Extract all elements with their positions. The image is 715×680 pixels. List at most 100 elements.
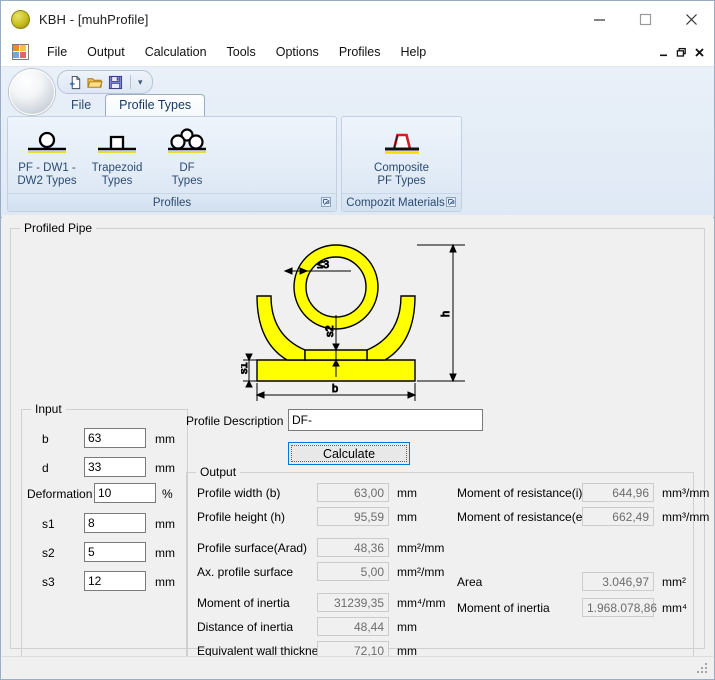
mdi-minimize-icon[interactable]	[654, 41, 672, 63]
input-label-d: d	[42, 461, 49, 475]
output-unit-area: mm²	[662, 575, 686, 589]
tab-file[interactable]: File	[57, 94, 105, 116]
ribbon-group-profiles: PF - DW1 - DW2 Types Trapezoid Types DF …	[7, 116, 337, 212]
title-bar: KBH - [muhProfile]	[1, 1, 714, 38]
output-unit-moment-of-resistance-i: mm³/mm	[662, 486, 710, 500]
input-unit-s2: mm	[155, 546, 175, 560]
input-label-s3: s3	[42, 575, 55, 589]
button-label-line1: PF - DW1 -	[18, 162, 76, 174]
output-label-profile-surface: Profile surface(Arad)	[197, 541, 308, 555]
profiled-pipe-title: Profiled Pipe	[20, 221, 97, 235]
button-composite-pf-types[interactable]: Composite PF Types	[352, 121, 452, 188]
input-field-d[interactable]	[84, 457, 146, 477]
menu-item-help[interactable]: Help	[391, 42, 437, 62]
trapezoid-profile-icon	[91, 127, 143, 159]
input-field-s3[interactable]	[84, 571, 146, 591]
profile-cross-section-diagram: ≤3 h b s1 s2	[238, 237, 491, 402]
input-field-b[interactable]	[84, 428, 146, 448]
output-unit-ax-profile-surface: mm²/mm	[397, 565, 445, 579]
input-field-s2[interactable]	[84, 542, 146, 562]
button-label-line1: Composite	[374, 162, 429, 174]
input-field-s1[interactable]	[84, 513, 146, 533]
menu-item-profiles[interactable]: Profiles	[329, 42, 391, 62]
button-label-line1: Trapezoid	[91, 162, 143, 174]
dim-label-s1: s1	[241, 362, 250, 374]
menu-item-file[interactable]: File	[37, 42, 77, 62]
dim-label-b: b	[332, 383, 338, 395]
profile-description-input[interactable]	[288, 409, 483, 431]
ribbon-group-profiles-footer: Profiles	[8, 193, 336, 211]
mdi-child-controls	[654, 38, 708, 66]
input-group: Input b mm d mm Deformation % s1 mm s2 m…	[21, 402, 188, 663]
status-bar	[2, 656, 713, 678]
input-unit-s1: mm	[155, 517, 175, 531]
app-circle-icon	[11, 9, 30, 29]
dialog-launcher-icon[interactable]	[446, 197, 457, 208]
open-folder-icon[interactable]	[85, 73, 105, 91]
input-group-title: Input	[31, 402, 66, 416]
profiled-pipe-group: Profiled Pipe ≤3 h b s1 s2 Input b 63 mm…	[10, 221, 709, 664]
output-group-title: Output	[196, 465, 241, 479]
input-label-b: b	[42, 432, 49, 446]
output-label-area: Area	[457, 575, 483, 589]
menu-item-tools[interactable]: Tools	[217, 42, 266, 62]
dialog-launcher-icon[interactable]	[321, 197, 332, 208]
profile-description-label: Profile Description	[186, 414, 284, 428]
new-document-icon[interactable]	[65, 73, 85, 91]
button-df-types[interactable]: DF Types	[152, 121, 222, 188]
ribbon-group-compozit-materials: Composite PF Types Compozit Materials	[341, 116, 462, 212]
save-disk-icon[interactable]	[105, 73, 125, 91]
output-unit-total-moment-of-inertia: mm⁴	[662, 601, 688, 615]
quick-access-row: ▾	[1, 67, 714, 115]
window-title: KBH - [muhProfile]	[39, 11, 149, 27]
input-label-s2: s2	[42, 546, 55, 560]
output-unit-profile-surface: mm²/mm	[397, 541, 445, 555]
menu-item-output[interactable]: Output	[77, 42, 135, 62]
output-label-total-moment-of-inertia: Moment of inertia	[457, 601, 550, 615]
composite-pf-profile-icon	[374, 127, 430, 159]
ribbon: ▾ File Profile Types PF - DW1 - DW2 Type…	[1, 67, 714, 218]
button-label-line2: Types	[171, 175, 203, 187]
tab-profile-types[interactable]: Profile Types	[105, 94, 206, 116]
ribbon-group-compozit-title: Compozit Materials	[346, 196, 445, 209]
mdi-close-icon[interactable]	[690, 41, 708, 63]
output-value-area: 3.046,97	[582, 572, 654, 591]
resize-grip-icon[interactable]	[697, 663, 709, 675]
ribbon-panel-row: PF - DW1 - DW2 Types Trapezoid Types DF …	[7, 116, 708, 212]
output-value-ax-profile-surface: 5,00	[317, 562, 389, 581]
button-trapezoid-types[interactable]: Trapezoid Types	[82, 121, 152, 188]
output-value-moment-of-resistance-e: 662,49	[582, 507, 654, 526]
ribbon-group-profiles-body: PF - DW1 - DW2 Types Trapezoid Types DF …	[8, 117, 336, 193]
output-value-total-moment-of-inertia: 1.968.078,86	[582, 598, 657, 617]
calculate-button[interactable]: Calculate	[288, 442, 410, 465]
output-value-distance-of-inertia: 48,44	[317, 617, 389, 636]
output-group: Output Profile width (b) 63,00 mm Profil…	[186, 465, 709, 664]
maximize-icon[interactable]	[622, 1, 668, 37]
output-label-moment-of-inertia: Moment of inertia	[197, 596, 290, 610]
close-icon[interactable]	[668, 1, 714, 37]
mdi-restore-icon[interactable]	[672, 41, 690, 63]
ribbon-group-profiles-title: Profiles	[152, 196, 192, 209]
output-label-profile-width: Profile width (b)	[197, 486, 281, 500]
input-unit-deformation: %	[162, 487, 173, 501]
input-label-s1: s1	[42, 517, 55, 531]
ribbon-group-compozit-body: Composite PF Types	[342, 117, 461, 193]
menu-item-options[interactable]: Options	[266, 42, 329, 62]
mdi-window-icon	[12, 44, 29, 60]
output-value-profile-surface: 48,36	[317, 538, 389, 557]
qat-dropdown-icon[interactable]: ▾	[136, 77, 145, 88]
office-orb-button[interactable]	[9, 69, 55, 115]
input-field-deformation[interactable]	[94, 483, 156, 503]
output-unit-distance-of-inertia: mm	[397, 620, 417, 634]
menu-bar: File Output Calculation Tools Options Pr…	[1, 38, 714, 67]
output-label-moment-of-resistance-e: Moment of resistance(e)	[457, 510, 587, 524]
output-unit-moment-of-inertia: mm⁴/mm	[397, 596, 446, 610]
focus-ring	[291, 445, 407, 462]
input-unit-d: mm	[155, 461, 175, 475]
input-unit-b: mm	[155, 432, 175, 446]
ribbon-group-compozit-footer: Compozit Materials	[342, 193, 461, 211]
button-pf-dw1-dw2-types[interactable]: PF - DW1 - DW2 Types	[12, 121, 82, 188]
button-label-line1: DF	[179, 162, 195, 174]
minimize-icon[interactable]	[576, 1, 622, 37]
menu-item-calculation[interactable]: Calculation	[135, 42, 217, 62]
